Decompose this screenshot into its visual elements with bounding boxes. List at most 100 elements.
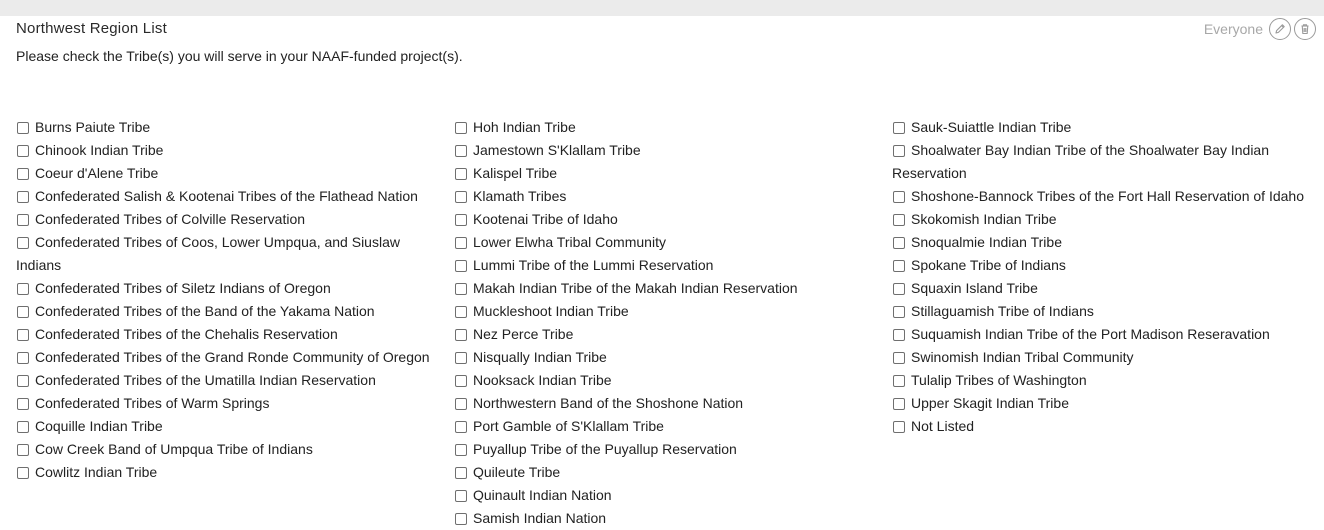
checkbox[interactable]: [17, 214, 29, 226]
checkbox[interactable]: [893, 191, 905, 203]
tribe-checkbox-item[interactable]: Muckleshoot Indian Tribe: [454, 300, 884, 323]
tribe-checkbox-item[interactable]: Confederated Tribes of Warm Springs: [16, 392, 446, 415]
tribe-checkbox-item[interactable]: Squaxin Island Tribe: [892, 277, 1316, 300]
checkbox[interactable]: [17, 329, 29, 341]
checkbox[interactable]: [17, 375, 29, 387]
checkbox[interactable]: [17, 191, 29, 203]
checkbox[interactable]: [17, 168, 29, 180]
checkbox[interactable]: [893, 398, 905, 410]
tribe-checkbox-item[interactable]: Upper Skagit Indian Tribe: [892, 392, 1316, 415]
tribe-checkbox-item[interactable]: Shoalwater Bay Indian Tribe of the Shoal…: [892, 139, 1316, 185]
tribe-checkbox-item[interactable]: Quinault Indian Nation: [454, 484, 884, 507]
tribe-checkbox-item[interactable]: Samish Indian Nation: [454, 507, 884, 530]
checkbox[interactable]: [455, 329, 467, 341]
tribe-checkbox-item[interactable]: Kalispel Tribe: [454, 162, 884, 185]
tribe-checkbox-item[interactable]: Puyallup Tribe of the Puyallup Reservati…: [454, 438, 884, 461]
checkbox[interactable]: [455, 306, 467, 318]
delete-button[interactable]: [1294, 18, 1316, 40]
tribe-checkbox-item[interactable]: Confederated Tribes of the Chehalis Rese…: [16, 323, 446, 346]
tribe-checkbox-item[interactable]: Confederated Salish & Kootenai Tribes of…: [16, 185, 446, 208]
checkbox[interactable]: [455, 467, 467, 479]
checkbox[interactable]: [893, 352, 905, 364]
tribe-checkbox-item[interactable]: Skokomish Indian Tribe: [892, 208, 1316, 231]
checkbox[interactable]: [17, 237, 29, 249]
checkbox-label: Samish Indian Nation: [473, 510, 607, 526]
tribe-checkbox-item[interactable]: Nooksack Indian Tribe: [454, 369, 884, 392]
tribe-checkbox-item[interactable]: Cow Creek Band of Umpqua Tribe of Indian…: [16, 438, 446, 461]
tribe-checkbox-item[interactable]: Klamath Tribes: [454, 185, 884, 208]
checkbox-label: Confederated Tribes of Siletz Indians of…: [35, 280, 331, 296]
checkbox[interactable]: [455, 421, 467, 433]
tribe-checkbox-item[interactable]: Confederated Tribes of the Band of the Y…: [16, 300, 446, 323]
checkbox[interactable]: [455, 444, 467, 456]
tribe-checkbox-item[interactable]: Hoh Indian Tribe: [454, 116, 884, 139]
edit-button[interactable]: [1269, 18, 1291, 40]
checkbox[interactable]: [893, 375, 905, 387]
tribe-checkbox-item[interactable]: Kootenai Tribe of Idaho: [454, 208, 884, 231]
tribe-checkbox-item[interactable]: Port Gamble of S'Klallam Tribe: [454, 415, 884, 438]
checkbox[interactable]: [455, 283, 467, 295]
checkbox[interactable]: [17, 444, 29, 456]
tribe-checkbox-item[interactable]: Jamestown S'Klallam Tribe: [454, 139, 884, 162]
tribe-checkbox-item[interactable]: Swinomish Indian Tribal Community: [892, 346, 1316, 369]
checkbox[interactable]: [455, 145, 467, 157]
checkbox-label: Nez Perce Tribe: [473, 326, 574, 342]
tribe-checkbox-item[interactable]: Snoqualmie Indian Tribe: [892, 231, 1316, 254]
tribe-checkbox-item[interactable]: Confederated Tribes of the Grand Ronde C…: [16, 346, 446, 369]
checkbox[interactable]: [893, 145, 905, 157]
checkbox[interactable]: [893, 122, 905, 134]
checkbox[interactable]: [17, 283, 29, 295]
checkbox[interactable]: [893, 214, 905, 226]
tribe-checkbox-item[interactable]: Spokane Tribe of Indians: [892, 254, 1316, 277]
tribe-checkbox-item[interactable]: Nisqually Indian Tribe: [454, 346, 884, 369]
tribe-checkbox-item[interactable]: Confederated Tribes of Siletz Indians of…: [16, 277, 446, 300]
tribe-checkbox-item[interactable]: Coquille Indian Tribe: [16, 415, 446, 438]
tribe-checkbox-item[interactable]: Confederated Tribes of Colville Reservat…: [16, 208, 446, 231]
checkbox-label: Chinook Indian Tribe: [35, 142, 164, 158]
tribe-checkbox-item[interactable]: Suquamish Indian Tribe of the Port Madis…: [892, 323, 1316, 346]
checkbox[interactable]: [455, 168, 467, 180]
checkbox[interactable]: [893, 237, 905, 249]
tribe-checkbox-item[interactable]: Confederated Tribes of the Umatilla Indi…: [16, 369, 446, 392]
checkbox[interactable]: [17, 421, 29, 433]
checkbox[interactable]: [17, 122, 29, 134]
tribe-checkbox-item[interactable]: Northwestern Band of the Shoshone Nation: [454, 392, 884, 415]
tribe-checkbox-item[interactable]: Lummi Tribe of the Lummi Reservation: [454, 254, 884, 277]
checkbox[interactable]: [455, 214, 467, 226]
checkbox[interactable]: [893, 260, 905, 272]
tribe-checkbox-item[interactable]: Sauk-Suiattle Indian Tribe: [892, 116, 1316, 139]
checkbox[interactable]: [455, 513, 467, 525]
checkbox[interactable]: [455, 490, 467, 502]
tribe-checkbox-item[interactable]: Makah Indian Tribe of the Makah Indian R…: [454, 277, 884, 300]
checkbox[interactable]: [893, 329, 905, 341]
checkbox[interactable]: [455, 260, 467, 272]
checkbox[interactable]: [17, 306, 29, 318]
checkbox[interactable]: [17, 467, 29, 479]
tribe-checkbox-item[interactable]: Shoshone-Bannock Tribes of the Fort Hall…: [892, 185, 1316, 208]
checkbox-label: Cow Creek Band of Umpqua Tribe of Indian…: [35, 441, 313, 457]
checkbox[interactable]: [455, 375, 467, 387]
tribe-checkbox-item[interactable]: Coeur d'Alene Tribe: [16, 162, 446, 185]
tribe-checkbox-item[interactable]: Not Listed: [892, 415, 1316, 438]
checkbox[interactable]: [893, 283, 905, 295]
tribe-checkbox-item[interactable]: Quileute Tribe: [454, 461, 884, 484]
checkbox[interactable]: [893, 421, 905, 433]
tribe-checkbox-item[interactable]: Cowlitz Indian Tribe: [16, 461, 446, 484]
checkbox-label: Nooksack Indian Tribe: [473, 372, 612, 388]
checkbox[interactable]: [455, 122, 467, 134]
checkbox[interactable]: [455, 237, 467, 249]
checkbox[interactable]: [455, 352, 467, 364]
checkbox[interactable]: [455, 398, 467, 410]
checkbox[interactable]: [455, 191, 467, 203]
tribe-checkbox-item[interactable]: Lower Elwha Tribal Community: [454, 231, 884, 254]
checkbox[interactable]: [17, 145, 29, 157]
tribe-checkbox-item[interactable]: Confederated Tribes of Coos, Lower Umpqu…: [16, 231, 446, 277]
tribe-checkbox-item[interactable]: Chinook Indian Tribe: [16, 139, 446, 162]
tribe-checkbox-item[interactable]: Tulalip Tribes of Washington: [892, 369, 1316, 392]
tribe-checkbox-item[interactable]: Nez Perce Tribe: [454, 323, 884, 346]
checkbox[interactable]: [17, 398, 29, 410]
checkbox[interactable]: [893, 306, 905, 318]
tribe-checkbox-item[interactable]: Burns Paiute Tribe: [16, 116, 446, 139]
checkbox[interactable]: [17, 352, 29, 364]
tribe-checkbox-item[interactable]: Stillaguamish Tribe of Indians: [892, 300, 1316, 323]
